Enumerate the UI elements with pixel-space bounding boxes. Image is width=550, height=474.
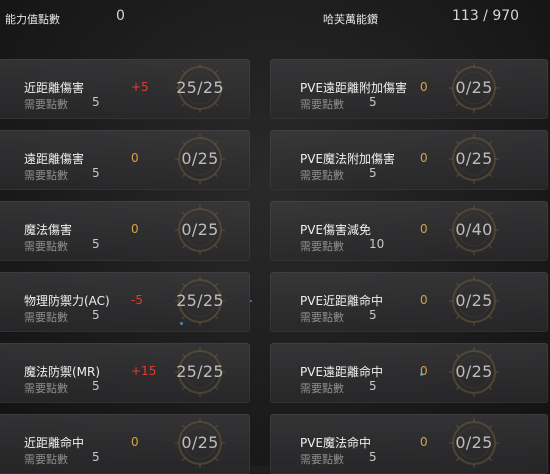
stat-name: 魔法防禦(MR) (24, 365, 101, 379)
stat-card[interactable]: 魔法防禦(MR) 需要點數 5 +15 25/25 (0, 343, 250, 403)
required-points-value: 5 (92, 308, 100, 322)
stat-level: 0/25 (455, 149, 493, 168)
required-points-label: 需要點數 (300, 311, 344, 324)
stat-card[interactable]: 魔法傷害需要點數 5 0 0/25 (0, 201, 250, 261)
required-points-label: 需要點數 (24, 240, 68, 253)
stat-points-value: 0 (116, 8, 125, 24)
stat-level: 0/25 (455, 362, 493, 381)
stat-bonus-value: -5 (131, 293, 143, 307)
stat-bonus-value: 0 (420, 293, 428, 307)
stat-level: 0/25 (455, 78, 493, 97)
required-points-value: 5 (92, 450, 100, 464)
stat-level: 0/25 (455, 291, 493, 310)
stat-card[interactable]: 物理防禦力(AC) 需要點數 5 -5 25/25 (0, 272, 250, 332)
stat-level: 0/25 (455, 433, 493, 452)
required-points-label: 需要點數 (300, 98, 344, 111)
stat-level: 25/25 (176, 78, 224, 97)
required-points-label: 需要點數 (24, 169, 68, 182)
required-points-value: 10 (369, 237, 385, 251)
required-points-label: 需要點數 (24, 98, 68, 111)
stat-bonus-value: +15 (131, 364, 157, 378)
stat-bonus-value: 0 (131, 151, 139, 165)
required-points-label: 需要點數 (24, 311, 68, 324)
stat-name: PVE近距離命中 (300, 294, 384, 308)
stat-bonus-value: 0 (131, 435, 139, 449)
stat-name: 物理防禦力(AC) (24, 294, 110, 308)
stat-bonus-value: +5 (131, 80, 149, 94)
required-points-value: 5 (92, 95, 100, 109)
stat-card[interactable]: PVE傷害減免 需要點數 10 0 0/40 (270, 201, 548, 261)
stat-level: 0/40 (455, 220, 493, 239)
stat-level: 0/25 (181, 149, 219, 168)
required-points-label: 需要點數 (24, 453, 68, 466)
stat-bonus-value: 0 (131, 222, 139, 236)
stat-name: 魔法傷害 (24, 223, 73, 237)
required-points-value: 5 (369, 166, 377, 180)
header: 能力值點數 0 哈芙萬能鑽 113 / 970 (0, 0, 550, 40)
sparkle-particle (250, 300, 252, 302)
required-points-value: 5 (369, 450, 377, 464)
required-points-value: 5 (92, 379, 100, 393)
stat-name: 近距離傷害 (24, 81, 85, 95)
stat-card[interactable]: 遠距離傷害需要點數 5 0 0/25 (0, 130, 250, 190)
stat-bonus-value: 0 (420, 80, 428, 94)
stat-card[interactable]: PVE遠距離附加傷害 需要點數 5 0 0/25 (270, 59, 548, 119)
stat-level: 0/25 (181, 433, 219, 452)
sparkle-particle (180, 322, 183, 325)
required-points-value: 5 (92, 237, 100, 251)
required-points-value: 5 (369, 95, 377, 109)
required-points-value: 5 (369, 308, 377, 322)
required-points-label: 需要點數 (300, 240, 344, 253)
stat-level: 25/25 (176, 291, 224, 310)
stat-name: PVE魔法附加傷害 (300, 152, 396, 166)
harvest-diamond-value: 113 / 970 (452, 8, 520, 24)
stat-name: PVE遠距離命中 (300, 365, 384, 379)
stat-card[interactable]: PVE魔法附加傷害 需要點數 5 0 0/25 (270, 130, 548, 190)
required-points-label: 需要點數 (300, 382, 344, 395)
stat-card[interactable]: PVE遠距離命中 需要點數 5 0 0/25 (270, 343, 548, 403)
stat-bonus-value: 0 (420, 435, 428, 449)
stat-card[interactable]: 近距離命中需要點數 5 0 0/25 (0, 414, 250, 474)
required-points-label: 需要點數 (24, 382, 68, 395)
stat-name: PVE遠距離附加傷害 (300, 81, 408, 95)
stat-level: 0/25 (181, 220, 219, 239)
stat-name: 近距離命中 (24, 436, 85, 450)
stat-points-label: 能力值點數 (5, 13, 60, 26)
required-points-label: 需要點數 (300, 453, 344, 466)
stat-card[interactable]: PVE近距離命中 需要點數 5 0 0/25 (270, 272, 548, 332)
required-points-value: 5 (369, 379, 377, 393)
stat-level: 25/25 (176, 362, 224, 381)
required-points-label: 需要點數 (300, 169, 344, 182)
stat-card[interactable]: 近距離傷害需要點數 5 +5 25/25 (0, 59, 250, 119)
stat-name: PVE傷害減免 (300, 223, 372, 237)
stat-card[interactable]: PVE魔法命中 需要點數 5 0 0/25 (270, 414, 548, 474)
stat-name: PVE魔法命中 (300, 436, 372, 450)
harvest-diamond-label: 哈芙萬能鑽 (323, 13, 378, 26)
stat-bonus-value: 0 (420, 151, 428, 165)
required-points-value: 5 (92, 166, 100, 180)
sparkle-particle (420, 373, 423, 376)
stat-bonus-value: 0 (420, 222, 428, 236)
stat-name: 遠距離傷害 (24, 152, 85, 166)
